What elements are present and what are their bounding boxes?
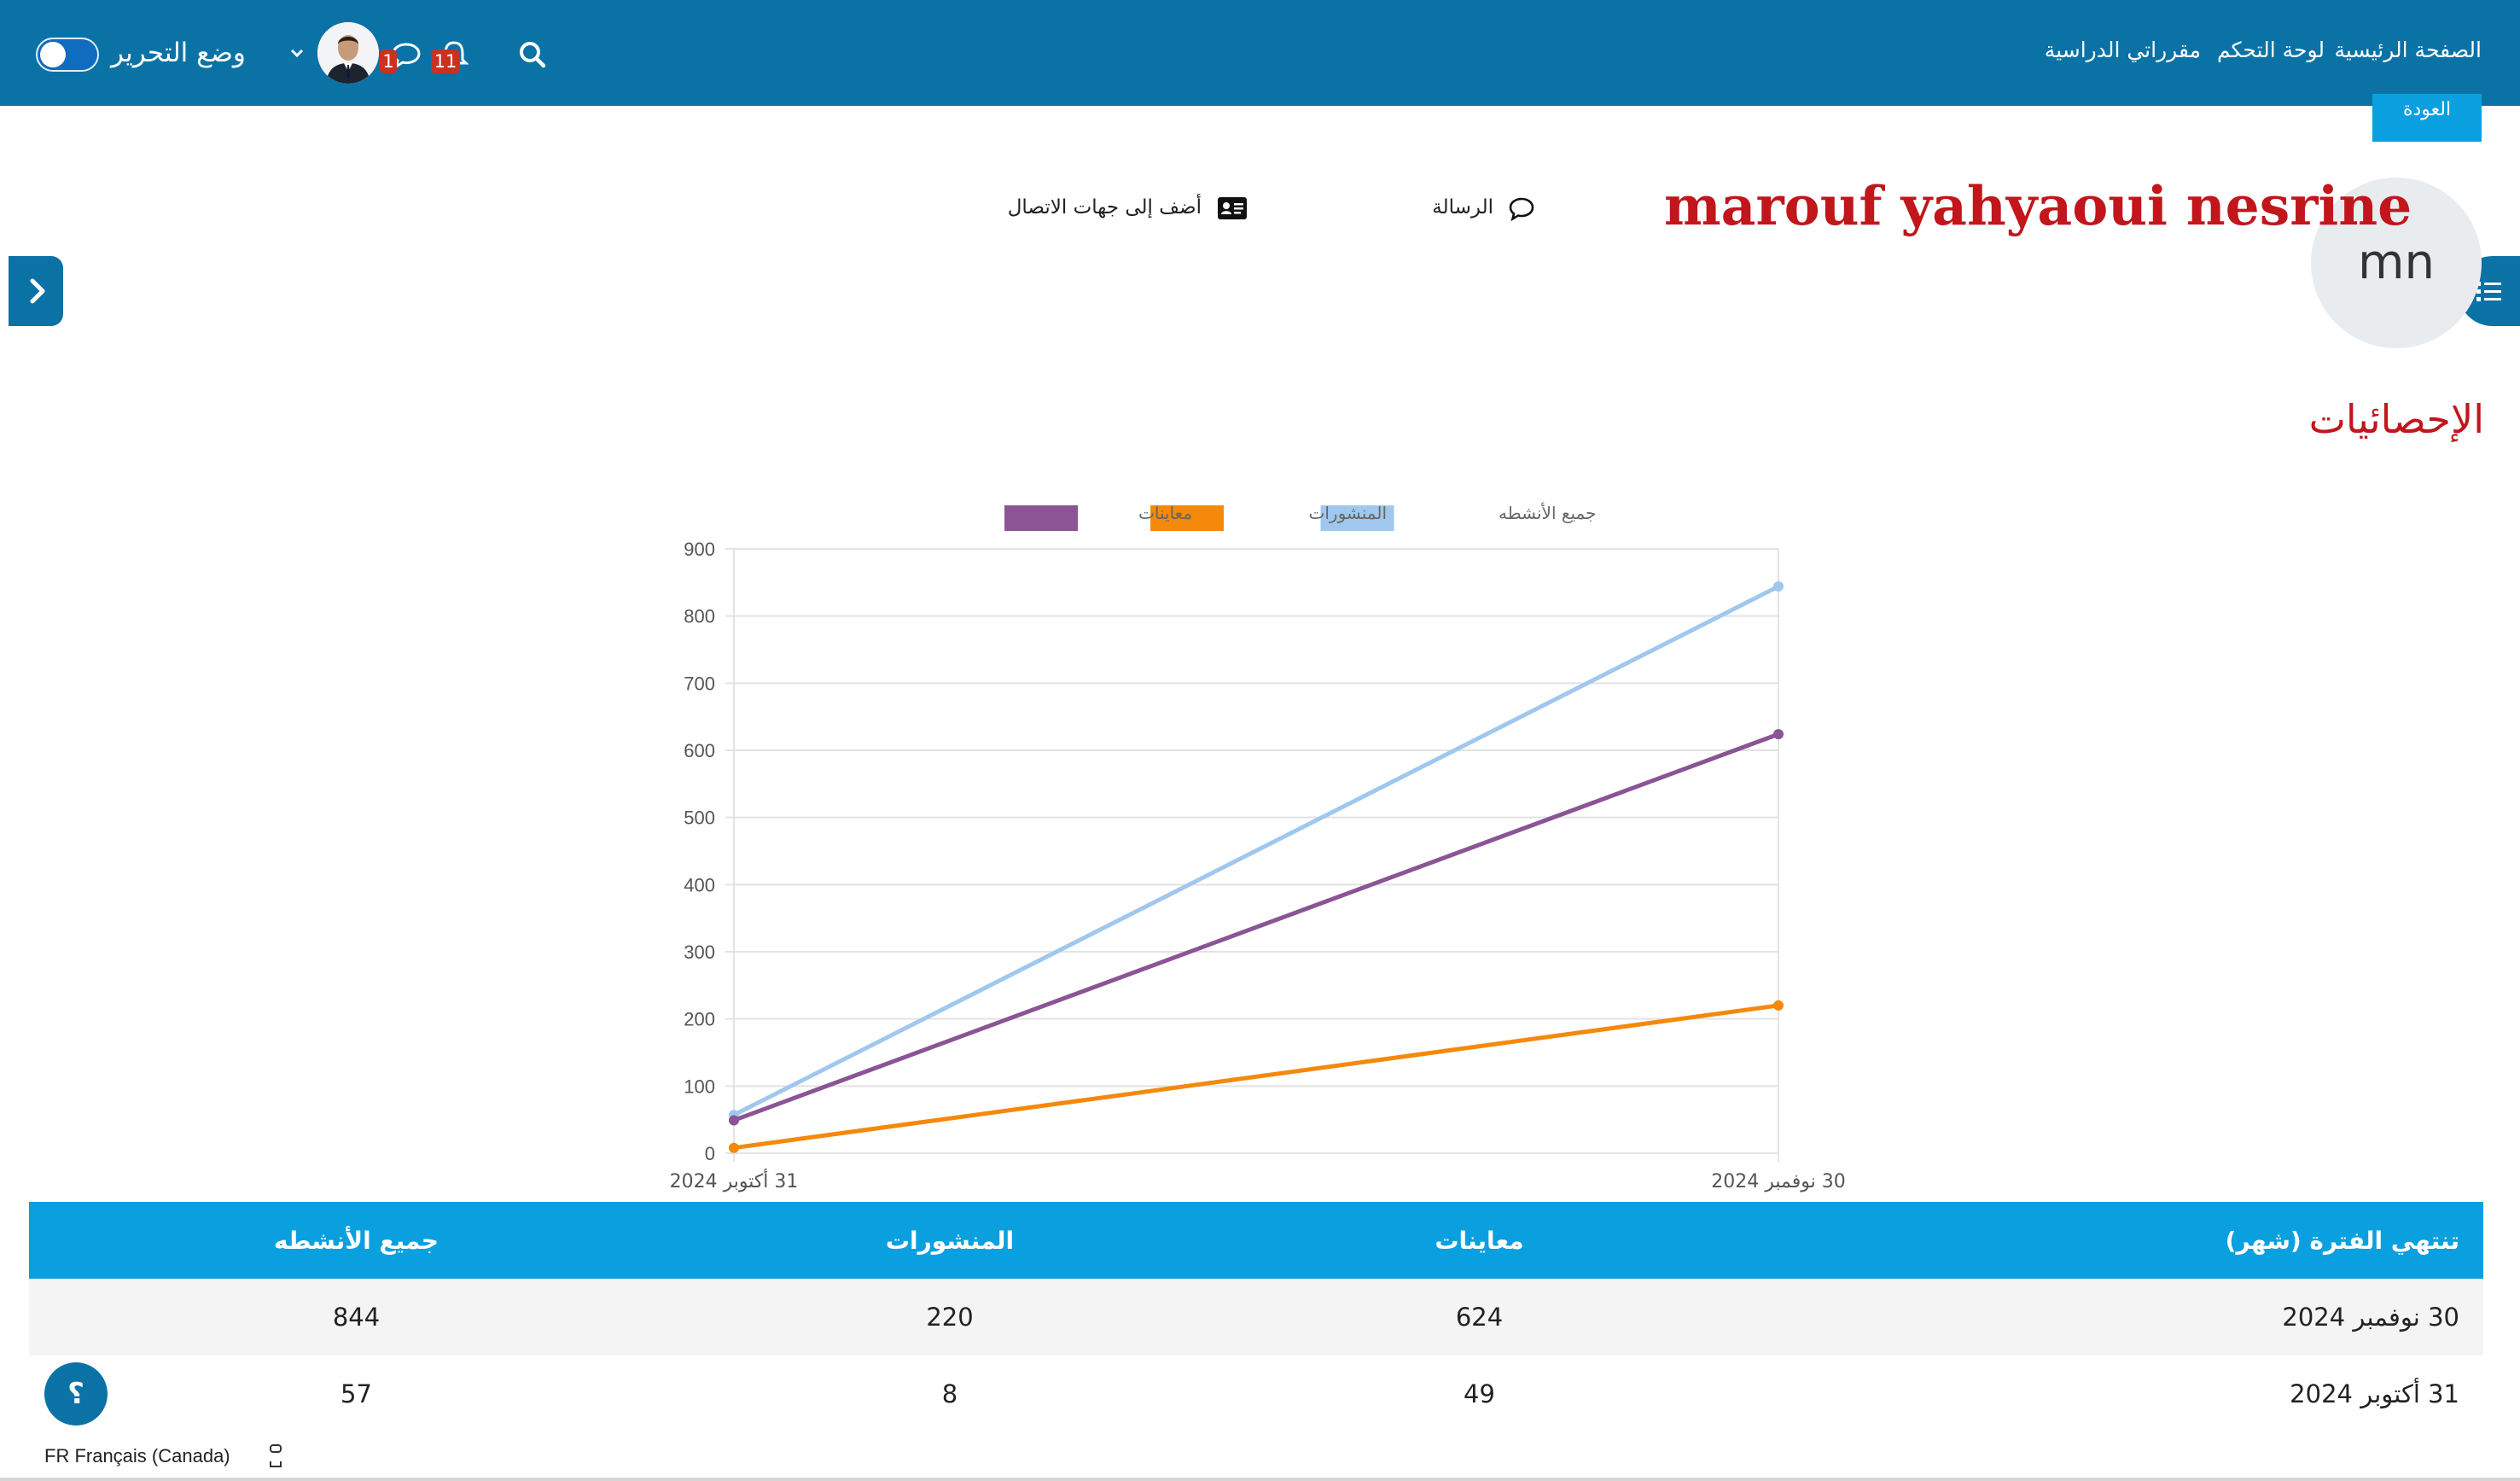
header-posts: المنشورات — [684, 1202, 1216, 1279]
cell-views: 49 — [1216, 1356, 1743, 1432]
search-icon[interactable] — [515, 38, 550, 72]
cell-period-end: 30 نوفمبر 2024 — [1743, 1279, 2483, 1356]
legend-swatch — [1004, 505, 1079, 531]
data-point — [729, 1142, 739, 1153]
table-row: 844 220 624 30 نوفمبر 2024 — [29, 1279, 2483, 1356]
cell-period-end: 31 أكتوبر 2024 — [1743, 1356, 2483, 1432]
chat-icon — [1507, 195, 1536, 229]
data-point — [729, 1115, 739, 1126]
y-tick-label: 200 — [684, 1009, 715, 1030]
data-point — [1773, 729, 1784, 740]
y-tick-label: 500 — [684, 808, 715, 829]
data-point — [1773, 581, 1784, 592]
series-line — [733, 1003, 1779, 1151]
top-navbar: الصفحة الرئيسية لوحة التحكم مقرراتي الدر… — [0, 0, 2520, 106]
chevron-down-icon[interactable] — [287, 43, 307, 63]
cell-views: 624 — [1216, 1279, 1743, 1356]
user-avatar[interactable] — [317, 22, 379, 84]
profile-name: marouf yahyaoui nesrine — [1664, 174, 2412, 237]
cell-all-activities: 57 — [29, 1356, 684, 1432]
message-label: الرسالة — [1432, 196, 1493, 219]
edit-mode-label: وضع التحرير — [111, 38, 246, 68]
table-row: 57 8 49 31 أكتوبر 2024 — [29, 1356, 2483, 1432]
series-line — [732, 584, 1780, 1117]
language-selector[interactable]: FR Français (Canada) — [44, 1445, 230, 1467]
y-tick-label: 900 — [684, 539, 715, 560]
y-tick-label: 600 — [684, 740, 715, 761]
header-all-activities: جميع الأنشطه — [29, 1202, 684, 1279]
statistics-table: جميع الأنشطه المنشورات معاينات تنتهي الف… — [29, 1202, 2483, 1432]
address-card-icon — [1217, 195, 1248, 227]
legend-label: المنشورات — [1309, 503, 1387, 523]
data-point — [1773, 1000, 1784, 1011]
header-period-end: تنتهي الفترة (شهر) — [1743, 1202, 2483, 1279]
nav-link-home[interactable]: الصفحة الرئيسية — [2335, 38, 2482, 72]
toggle-knob — [40, 42, 66, 67]
y-tick-label: 0 — [705, 1143, 715, 1164]
language-menu-icon[interactable] — [266, 1443, 285, 1472]
nav-link-my-courses[interactable]: مقرراتي الدراسية — [2045, 38, 2201, 72]
series-line — [733, 732, 1779, 1122]
edit-mode-toggle[interactable] — [36, 38, 99, 72]
legend-label: معاينات — [1138, 503, 1192, 523]
page-bottom-border — [0, 1478, 2520, 1481]
help-button[interactable]: ؟ — [44, 1362, 108, 1426]
messages-badge: 1 — [380, 50, 397, 73]
nav-link-dashboard[interactable]: لوحة التحكم — [2217, 38, 2325, 72]
cell-posts: 220 — [684, 1279, 1216, 1356]
y-tick-label: 400 — [684, 874, 715, 895]
y-tick-label: 300 — [684, 942, 715, 963]
legend-label: جميع الأنشطه — [1499, 503, 1596, 523]
notifications-badge: 11 — [431, 50, 460, 73]
open-course-index-button[interactable] — [9, 256, 63, 326]
table-header-row: جميع الأنشطه المنشورات معاينات تنتهي الف… — [29, 1202, 2483, 1279]
y-tick-label: 800 — [684, 606, 715, 627]
cell-all-activities: 844 — [29, 1279, 684, 1356]
cell-posts: 8 — [684, 1356, 1216, 1432]
statistics-line-chart: 0 100 200 300 400 500 600 700 800 900 31 أكتوبر 20… — [670, 503, 1846, 1192]
x-tick-label: 30 نوفمبر 2024 — [1711, 1171, 1846, 1192]
back-button[interactable]: العودة — [2372, 94, 2482, 142]
y-tick-label: 700 — [684, 673, 715, 694]
statistics-heading: الإحصائيات — [2308, 396, 2484, 442]
add-contact-label: أضف إلى جهات الاتصال — [1007, 196, 1202, 219]
x-tick-label: 31 أكتوبر 2024 — [670, 1169, 799, 1192]
header-views: معاينات — [1216, 1202, 1743, 1279]
y-tick-label: 100 — [684, 1076, 715, 1097]
